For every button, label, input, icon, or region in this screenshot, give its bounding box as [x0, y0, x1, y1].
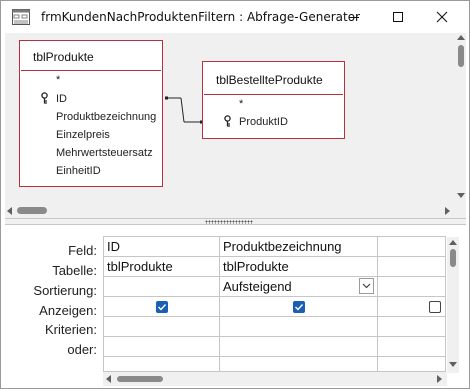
- query-designer-window: frmKundenNachProduktenFiltern : Abfrage-…: [0, 0, 470, 389]
- grid-cell-field[interactable]: Produktbezeichnung: [220, 237, 378, 257]
- field-item[interactable]: Mehrwertsteuersatz: [56, 147, 162, 159]
- grid-cell-empty[interactable]: [104, 357, 220, 371]
- table-pane[interactable]: tblProdukte * ID Produktbezeichnung Einz…: [5, 33, 466, 220]
- scroll-down-icon: [449, 362, 457, 367]
- row-label-or: oder:: [67, 342, 97, 357]
- grid-cell-show: [378, 297, 445, 317]
- grid-cell-sort[interactable]: [378, 277, 445, 297]
- grid-cell-criteria[interactable]: [378, 317, 445, 337]
- title-bar[interactable]: frmKundenNachProduktenFiltern : Abfrage-…: [1, 1, 469, 33]
- scroll-up-icon: [457, 35, 465, 40]
- checkmark-icon: [295, 304, 304, 311]
- relationship-line: [165, 96, 203, 124]
- table-divider: [21, 70, 161, 71]
- grid-cell-or[interactable]: [220, 337, 378, 357]
- grid-cell-criteria[interactable]: [220, 317, 378, 337]
- grid-cell-field[interactable]: [378, 237, 445, 257]
- pane-splitter[interactable]: [5, 218, 466, 225]
- design-grid[interactable]: ID tblProdukte Produktbezeichnung tblPro…: [103, 236, 446, 372]
- row-label-criteria: Kriterien:: [44, 322, 97, 337]
- checkmark-icon: [158, 304, 167, 311]
- grid-cell-table[interactable]: [378, 257, 445, 277]
- grid-cell-field[interactable]: ID: [104, 237, 220, 257]
- close-button[interactable]: [419, 1, 465, 32]
- grid-vertical-thumb[interactable]: [450, 249, 456, 267]
- scroll-up-icon: [449, 240, 457, 245]
- grid-horizontal-scrollbar[interactable]: [103, 372, 447, 386]
- row-label-table: Tabelle:: [52, 263, 97, 278]
- row-label-field: Feld:: [68, 243, 97, 258]
- grid-cell-table[interactable]: tblProdukte: [220, 257, 378, 277]
- table-box-tblprodukte[interactable]: tblProdukte * ID Produktbezeichnung Einz…: [19, 40, 163, 187]
- minimize-button[interactable]: [331, 1, 377, 32]
- chevron-down-icon: [362, 283, 371, 289]
- table-box-tblbestellteprodukte[interactable]: tblBestellteProdukte * ProduktID: [202, 61, 345, 139]
- show-checkbox[interactable]: [293, 301, 305, 313]
- sort-dropdown-button[interactable]: [359, 278, 374, 294]
- scroll-left-icon: [7, 207, 12, 215]
- grid-cell-empty[interactable]: [378, 357, 445, 371]
- upper-horizontal-scrollbar[interactable]: [5, 204, 456, 218]
- show-checkbox[interactable]: [429, 301, 441, 313]
- table-divider: [204, 94, 343, 95]
- query-window-icon: [12, 9, 30, 25]
- table-title: tblProdukte: [33, 50, 94, 64]
- field-item[interactable]: *: [239, 98, 243, 110]
- field-item[interactable]: Einzelpreis: [56, 129, 110, 141]
- field-item[interactable]: Produktbezeichnung: [56, 111, 162, 123]
- scroll-left-icon: [106, 375, 111, 383]
- grid-vertical-scrollbar[interactable]: [447, 237, 459, 373]
- grid-cell-sort[interactable]: [104, 277, 220, 297]
- grid-horizontal-thumb[interactable]: [117, 376, 163, 382]
- splitter-grip[interactable]: [205, 220, 253, 224]
- primary-key-icon: [224, 115, 231, 127]
- grid-cell-or[interactable]: [378, 337, 445, 357]
- close-icon: [436, 11, 448, 22]
- grid-cell-show: [220, 297, 378, 317]
- upper-vertical-scrollbar[interactable]: [456, 33, 466, 204]
- upper-horizontal-thumb[interactable]: [17, 207, 47, 214]
- grid-cell-empty[interactable]: [220, 357, 378, 371]
- row-label-show: Anzeigen:: [39, 303, 97, 318]
- field-item[interactable]: EinheitID: [56, 165, 101, 177]
- scroll-right-icon: [445, 207, 450, 215]
- minimize-icon: [349, 16, 359, 18]
- scroll-right-icon: [437, 375, 442, 383]
- window-title: frmKundenNachProduktenFiltern : Abfrage-…: [41, 10, 360, 24]
- field-item[interactable]: ProduktID: [239, 116, 288, 128]
- show-checkbox[interactable]: [156, 301, 168, 313]
- upper-vertical-thumb[interactable]: [458, 45, 464, 67]
- sort-value: Aufsteigend: [223, 279, 292, 294]
- row-label-sort: Sortierung:: [33, 283, 97, 298]
- table-title: tblBestellteProdukte: [216, 73, 323, 87]
- scroll-down-icon: [457, 193, 465, 198]
- maximize-button[interactable]: [375, 1, 421, 32]
- grid-cell-criteria[interactable]: [104, 317, 220, 337]
- grid-cell-sort[interactable]: Aufsteigend: [220, 277, 378, 297]
- primary-key-icon: [41, 92, 48, 104]
- grid-cell-table[interactable]: tblProdukte: [104, 257, 220, 277]
- grid-cell-or[interactable]: [104, 337, 220, 357]
- field-item[interactable]: ID: [56, 93, 67, 105]
- maximize-icon: [393, 11, 403, 22]
- field-item[interactable]: *: [56, 74, 60, 86]
- grid-cell-show: [104, 297, 220, 317]
